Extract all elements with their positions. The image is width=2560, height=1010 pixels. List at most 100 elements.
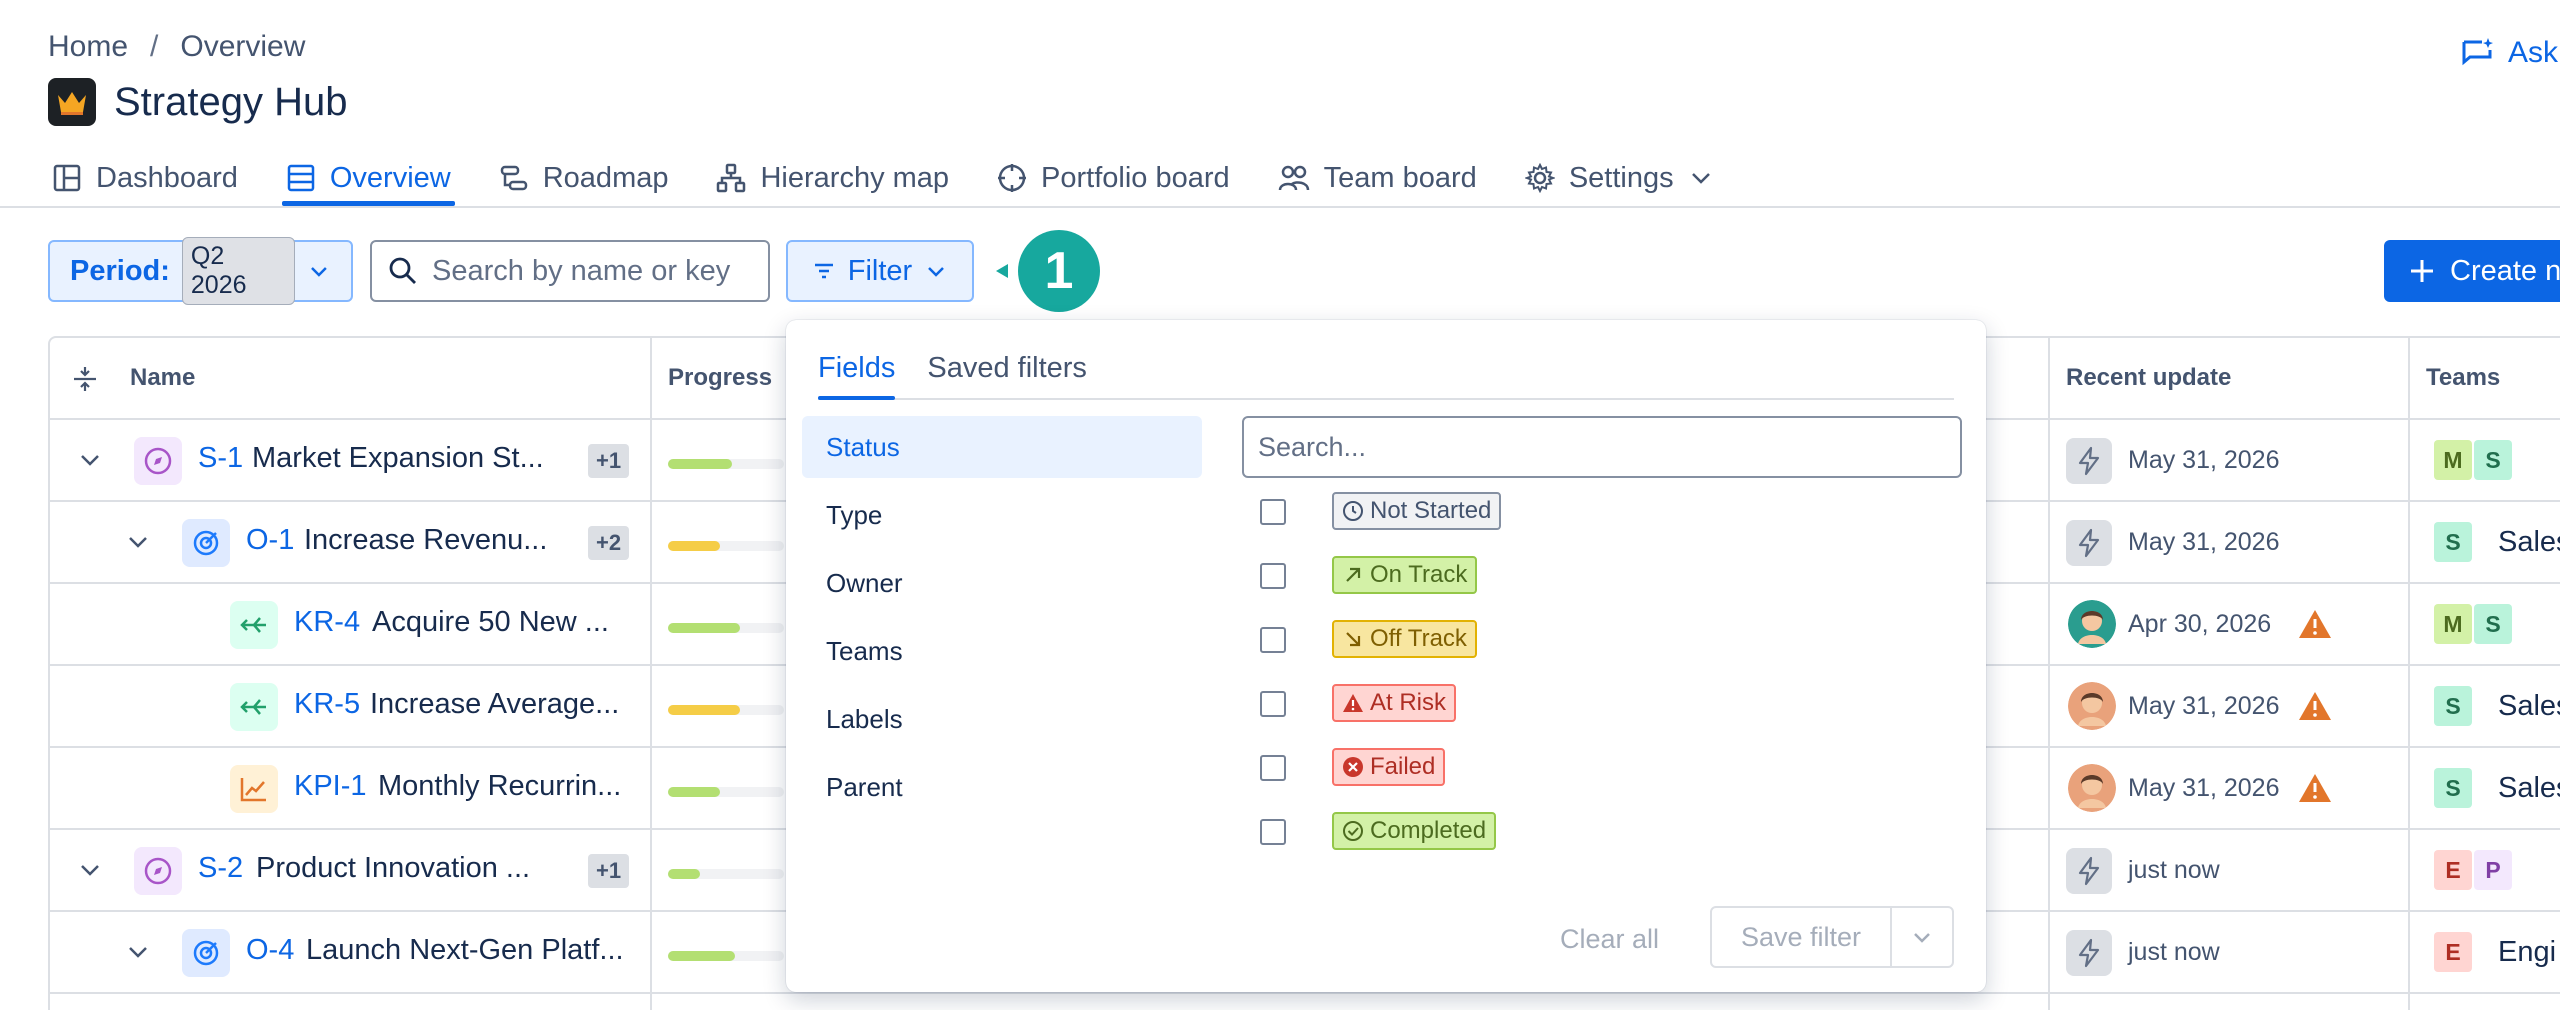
- tab-portfolio-board[interactable]: Portfolio board: [993, 152, 1234, 204]
- tab-team-board[interactable]: Team board: [1274, 152, 1481, 204]
- more-count-badge[interactable]: +2: [588, 526, 630, 560]
- progress-fill: [668, 951, 736, 961]
- status-label: Failed: [1370, 753, 1436, 780]
- item-name[interactable]: Launch Next-Gen Platf...: [306, 934, 624, 967]
- field-owner[interactable]: Owner: [802, 552, 1202, 614]
- column-header-name[interactable]: Name: [130, 338, 195, 418]
- filter-button[interactable]: Filter: [786, 240, 974, 302]
- team-chip[interactable]: S: [2434, 686, 2472, 726]
- status-checkbox[interactable]: [1260, 563, 1286, 589]
- team-chip[interactable]: M: [2434, 604, 2472, 644]
- column-header-teams[interactable]: Teams: [2426, 338, 2500, 418]
- expand-chevron-icon[interactable]: [76, 446, 104, 474]
- search-icon: [389, 257, 416, 284]
- field-teams[interactable]: Teams: [802, 620, 1202, 682]
- status-option[interactable]: On Track: [1260, 552, 1478, 600]
- expand-chevron-icon[interactable]: [76, 856, 104, 884]
- status-option[interactable]: Failed: [1260, 744, 1446, 792]
- progress-fill: [668, 541, 721, 551]
- progress-bar: [668, 459, 784, 469]
- crown-icon: [48, 78, 96, 126]
- progress-bar: [668, 541, 784, 551]
- save-filter-menu-button[interactable]: [1892, 908, 1952, 966]
- clock-icon: [1342, 500, 1364, 522]
- field-parent[interactable]: Parent: [802, 756, 1202, 818]
- item-key-link[interactable]: S-2: [198, 852, 243, 885]
- clear-all-button[interactable]: Clear all: [1560, 924, 1659, 955]
- user-avatar[interactable]: [2068, 600, 2116, 648]
- more-count-badge[interactable]: +1: [588, 854, 630, 888]
- column-header-recent-update[interactable]: Recent update: [2066, 338, 2231, 418]
- warning-icon: [2299, 610, 2331, 638]
- item-key-link[interactable]: O-1: [246, 524, 294, 557]
- status-option[interactable]: At Risk: [1260, 680, 1457, 728]
- objective-target-icon: [182, 929, 230, 977]
- item-key-link[interactable]: S-1: [198, 442, 243, 475]
- status-option[interactable]: Off Track: [1260, 616, 1477, 664]
- user-avatar[interactable]: [2068, 682, 2116, 730]
- objective-target-icon: [182, 519, 230, 567]
- dashboard-icon: [53, 164, 81, 192]
- team-chip[interactable]: S: [2434, 522, 2472, 562]
- warning-icon: [1342, 692, 1364, 714]
- item-name[interactable]: Increase Average...: [370, 688, 619, 721]
- status-checkbox[interactable]: [1260, 755, 1286, 781]
- ask-label: Ask: [2508, 36, 2559, 69]
- status-checkbox[interactable]: [1260, 691, 1286, 717]
- tab-dashboard[interactable]: Dashboard: [48, 152, 242, 204]
- field-status[interactable]: Status: [802, 416, 1202, 478]
- status-option[interactable]: Completed: [1260, 808, 1497, 856]
- status-checkbox[interactable]: [1260, 819, 1286, 845]
- target-icon: [998, 164, 1027, 192]
- item-key-link[interactable]: O-4: [246, 934, 294, 967]
- tab-fields[interactable]: Fields: [818, 352, 896, 400]
- team-chip[interactable]: E: [2434, 850, 2472, 890]
- user-avatar[interactable]: [2068, 764, 2116, 812]
- tab-label: Hierarchy map: [760, 161, 950, 194]
- tab-hierarchy-map[interactable]: Hierarchy map: [712, 152, 953, 204]
- team-chip[interactable]: S: [2474, 604, 2512, 644]
- roadmap-icon: [500, 165, 527, 191]
- item-name[interactable]: Increase Revenu...: [304, 524, 547, 557]
- tab-roadmap[interactable]: Roadmap: [495, 152, 673, 204]
- search-input[interactable]: Search by name or key: [370, 240, 770, 302]
- column-header-progress[interactable]: Progress: [668, 338, 772, 418]
- item-key-link[interactable]: KR-4: [294, 606, 360, 639]
- tabs-divider: [0, 206, 2560, 208]
- status-option[interactable]: Not Started: [1260, 488, 1502, 536]
- tab-saved-filters[interactable]: Saved filters: [927, 352, 1087, 398]
- item-name[interactable]: Monthly Recurrin...: [378, 770, 621, 803]
- collapse-all-icon[interactable]: [72, 366, 98, 392]
- item-key-link[interactable]: KR-5: [294, 688, 360, 721]
- team-chip[interactable]: S: [2474, 440, 2512, 480]
- breadcrumb-home[interactable]: Home: [48, 30, 128, 64]
- item-name[interactable]: Acquire 50 New ...: [372, 606, 609, 639]
- item-name[interactable]: Market Expansion St...: [252, 442, 544, 475]
- expand-chevron-icon[interactable]: [124, 528, 152, 556]
- chevron-down-icon: [928, 267, 945, 277]
- item-key-link[interactable]: KPI-1: [294, 770, 367, 803]
- more-count-badge[interactable]: +1: [588, 444, 630, 478]
- expand-chevron-icon[interactable]: [124, 938, 152, 966]
- team-chip[interactable]: E: [2434, 932, 2472, 972]
- chevron-down-icon[interactable]: [1688, 165, 1714, 191]
- tab-overview[interactable]: Overview: [281, 152, 455, 206]
- progress-fill: [668, 623, 740, 633]
- save-filter-button[interactable]: Save filter: [1712, 908, 1892, 966]
- period-selector[interactable]: Period: Q2 2026: [48, 237, 353, 305]
- team-chip[interactable]: M: [2434, 440, 2472, 480]
- field-type[interactable]: Type: [802, 484, 1202, 546]
- status-checkbox[interactable]: [1260, 499, 1286, 525]
- warning-icon: [2299, 774, 2331, 802]
- ask-button[interactable]: Ask: [2460, 36, 2558, 70]
- create-button[interactable]: Create n: [2384, 240, 2560, 302]
- field-labels[interactable]: Labels: [802, 688, 1202, 750]
- status-checkbox[interactable]: [1260, 627, 1286, 653]
- team-chip[interactable]: S: [2434, 768, 2472, 808]
- item-name[interactable]: Product Innovation ...: [256, 852, 530, 885]
- tab-settings[interactable]: Settings: [1521, 152, 1718, 204]
- breadcrumb-current[interactable]: Overview: [180, 30, 305, 64]
- team-chip[interactable]: P: [2474, 850, 2512, 890]
- status-search-input[interactable]: Search...: [1242, 416, 1962, 478]
- filter-dropdown: Fields Saved filters Status Type Owner T…: [786, 320, 1986, 992]
